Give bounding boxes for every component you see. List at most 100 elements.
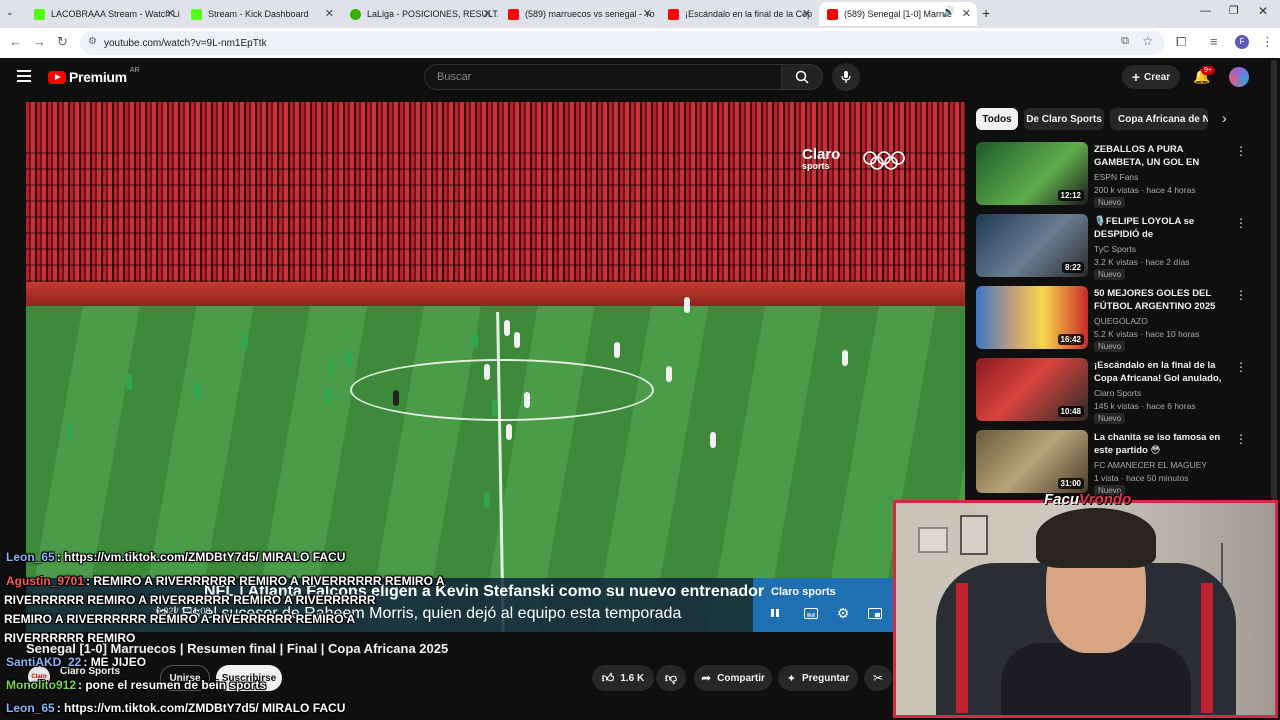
recommendation-item[interactable]: 12:12 ZEBALLOS A PURA GAMBETA, UN GOL EN…	[976, 142, 1247, 208]
recommendation-channel[interactable]: TyC Sports	[1094, 244, 1136, 254]
chip-copa-africana[interactable]: Copa Africana de Nac	[1110, 108, 1208, 130]
search-button[interactable]	[781, 64, 823, 90]
recommendation-item[interactable]: 16:42 50 MEJORES GOLES DEL FÚTBOL ARGENT…	[976, 286, 1247, 352]
more-options-icon[interactable]: ⋮	[1235, 216, 1247, 230]
recommendation-item[interactable]: 8:22 🎙️FELIPE LOYOLA se DESPIDIÓ de INDE…	[976, 214, 1247, 280]
chat-text: RIVERRRRRR REMIRO	[4, 631, 136, 645]
tab-label: LACOBRAAA Stream - Watch Li	[51, 9, 180, 19]
recommendation-title[interactable]: ZEBALLOS A PURA GAMBETA, UN GOL EN CONTR…	[1094, 143, 1230, 170]
video-thumbnail[interactable]: 10:48	[976, 358, 1088, 421]
hamburger-menu-icon[interactable]	[17, 70, 31, 82]
chip-label: De Claro Sports	[1026, 113, 1102, 125]
more-options-icon[interactable]: ⋮	[1235, 360, 1247, 374]
browser-tab[interactable]: LACOBRAAA Stream - Watch Li ✕	[26, 2, 181, 26]
recommendation-title[interactable]: La chanita se iso famosa en este partido…	[1094, 431, 1230, 457]
back-icon[interactable]: ←	[9, 34, 22, 49]
video-thumbnail[interactable]: 12:12	[976, 142, 1088, 205]
tab-close-icon[interactable]: ✕	[962, 7, 971, 20]
subtitles-button[interactable]	[800, 602, 822, 624]
recommendation-meta: 3.2 K vistas · hace 2 días	[1094, 257, 1190, 267]
chat-username: Leon_65	[6, 550, 55, 564]
chat-text: : pone el resumen de bein sports	[78, 678, 267, 692]
chip-todos[interactable]: Todos	[976, 108, 1018, 130]
recommendation-title[interactable]: 50 MEJORES GOLES DEL FÚTBOL ARGENTINO 20…	[1094, 287, 1230, 313]
share-button[interactable]: ➦ Compartir	[694, 665, 772, 691]
recommendation-channel[interactable]: ESPN Fans	[1094, 172, 1138, 182]
referee	[393, 390, 399, 406]
browser-menu-icon[interactable]: ⋮	[1261, 34, 1274, 50]
recommendation-channel[interactable]: FC AMANECER EL MAGUEY	[1094, 460, 1207, 470]
install-icon[interactable]: ⧉	[1121, 35, 1129, 48]
pause-button[interactable]	[764, 602, 786, 624]
tab-close-icon[interactable]: ✕	[483, 7, 492, 20]
video-thumbnail[interactable]: 31:00	[976, 430, 1088, 493]
chips-next-chevron-icon[interactable]: ›	[1222, 110, 1227, 126]
chip-claro-sports[interactable]: De Claro Sports	[1024, 108, 1104, 130]
more-options-icon[interactable]: ⋮	[1235, 288, 1247, 302]
recommendation-channel[interactable]: QUEGOLAZO	[1094, 316, 1148, 326]
clip-button[interactable]: ✂	[864, 665, 892, 691]
browser-tab-active[interactable]: (589) Senegal [1-0] Marrue 🔊 ✕	[819, 2, 977, 26]
share-label: Compartir	[717, 672, 765, 684]
recommendation-item[interactable]: 31:00 La chanita se iso famosa en este p…	[976, 430, 1247, 496]
browser-tab-strip: ⌄ LACOBRAAA Stream - Watch Li ✕ Stream -…	[0, 0, 1280, 28]
player-white	[666, 366, 672, 382]
tab-close-icon[interactable]: ✕	[643, 7, 652, 20]
more-options-icon[interactable]: ⋮	[1235, 144, 1247, 158]
reload-icon[interactable]: ↻	[57, 34, 68, 50]
laliga-favicon-icon	[350, 8, 361, 20]
player-white	[710, 432, 716, 448]
voice-search-button[interactable]	[832, 63, 860, 91]
tab-label: Stream - Kick Dashboard	[208, 9, 309, 19]
site-info-icon[interactable]: ⚙	[88, 36, 97, 47]
like-count: 1.6 K	[620, 672, 645, 684]
miniplayer-button[interactable]	[864, 602, 886, 624]
recommendation-meta: 200 k vistas · hace 4 horas	[1094, 185, 1196, 195]
maximize-button[interactable]: ❐	[1229, 4, 1239, 17]
tab-close-icon[interactable]: ✕	[166, 7, 175, 20]
speaker-icon[interactable]: 🔊	[943, 7, 955, 18]
browser-tab[interactable]: ¡Escándalo en la final de la Cop ✕	[660, 2, 817, 26]
browser-tab[interactable]: LaLiga - POSICIONES, RESULTA ✕	[342, 2, 498, 26]
player-green	[472, 332, 478, 348]
settings-button[interactable]: ⚙	[832, 602, 854, 624]
browser-tab[interactable]: Stream - Kick Dashboard ✕	[183, 2, 340, 26]
forward-icon[interactable]: →	[33, 34, 46, 49]
recommendation-title[interactable]: ¡Escándalo en la final de la Copa Africa…	[1094, 359, 1230, 386]
close-window-button[interactable]: ✕	[1258, 4, 1268, 18]
tab-search-icon[interactable]: ⌄	[6, 7, 14, 18]
tab-close-icon[interactable]: ✕	[802, 7, 811, 20]
video-thumbnail[interactable]: 16:42	[976, 286, 1088, 349]
url-field[interactable]: ⚙ youtube.com/watch?v=9L-nm1EpTtk ⧉ ☆	[80, 31, 1165, 55]
page-scrollbar[interactable]	[1271, 60, 1277, 500]
ask-button[interactable]: ✦ Preguntar	[778, 665, 858, 691]
recommendation-meta: 5.2 K vistas · hace 10 horas	[1094, 329, 1200, 339]
youtube-favicon-icon	[668, 8, 679, 20]
recommendation-channel[interactable]: Claro Sports	[1094, 388, 1141, 398]
profile-icon[interactable]: F	[1235, 35, 1249, 49]
player-white	[684, 297, 690, 313]
video-thumbnail[interactable]: 8:22	[976, 214, 1088, 277]
streamer-name-tag: FacuVrondo	[1044, 491, 1131, 508]
recommendation-item[interactable]: 10:48 ¡Escándalo en la final de la Copa …	[976, 358, 1247, 424]
tab-close-icon[interactable]: ✕	[325, 7, 334, 20]
recommendation-title[interactable]: 🎙️FELIPE LOYOLA se DESPIDIÓ de INDEPENDI…	[1094, 215, 1230, 242]
bookmark-star-icon[interactable]: ☆	[1142, 34, 1153, 48]
minimize-button[interactable]: —	[1200, 5, 1211, 17]
youtube-premium-logo[interactable]: Premium AR	[48, 67, 140, 85]
media-control-icon[interactable]: ≡	[1210, 34, 1218, 49]
search-input[interactable]: Buscar	[424, 64, 782, 90]
player-white	[614, 342, 620, 358]
chat-message: Leon_65: https://vm.tiktok.com/ZMDBtY7d5…	[6, 701, 345, 715]
browser-tab[interactable]: (589) marruecos vs senegal - Yo ✕	[500, 2, 658, 26]
dislike-button[interactable]: 👎︎	[656, 665, 686, 691]
advertising-boards	[26, 282, 965, 306]
new-tab-button[interactable]: +	[982, 5, 990, 21]
extensions-icon[interactable]: ⧠	[1176, 34, 1186, 50]
search-icon	[795, 70, 809, 84]
chat-message: Agustin_9701: REMIRO A RIVERRRRRR REMIRO…	[6, 574, 444, 588]
more-options-icon[interactable]: ⋮	[1235, 432, 1247, 446]
account-avatar[interactable]	[1229, 67, 1249, 87]
create-button[interactable]: + Crear	[1122, 65, 1180, 89]
like-button[interactable]: 👍︎ 1.6 K	[592, 665, 654, 691]
